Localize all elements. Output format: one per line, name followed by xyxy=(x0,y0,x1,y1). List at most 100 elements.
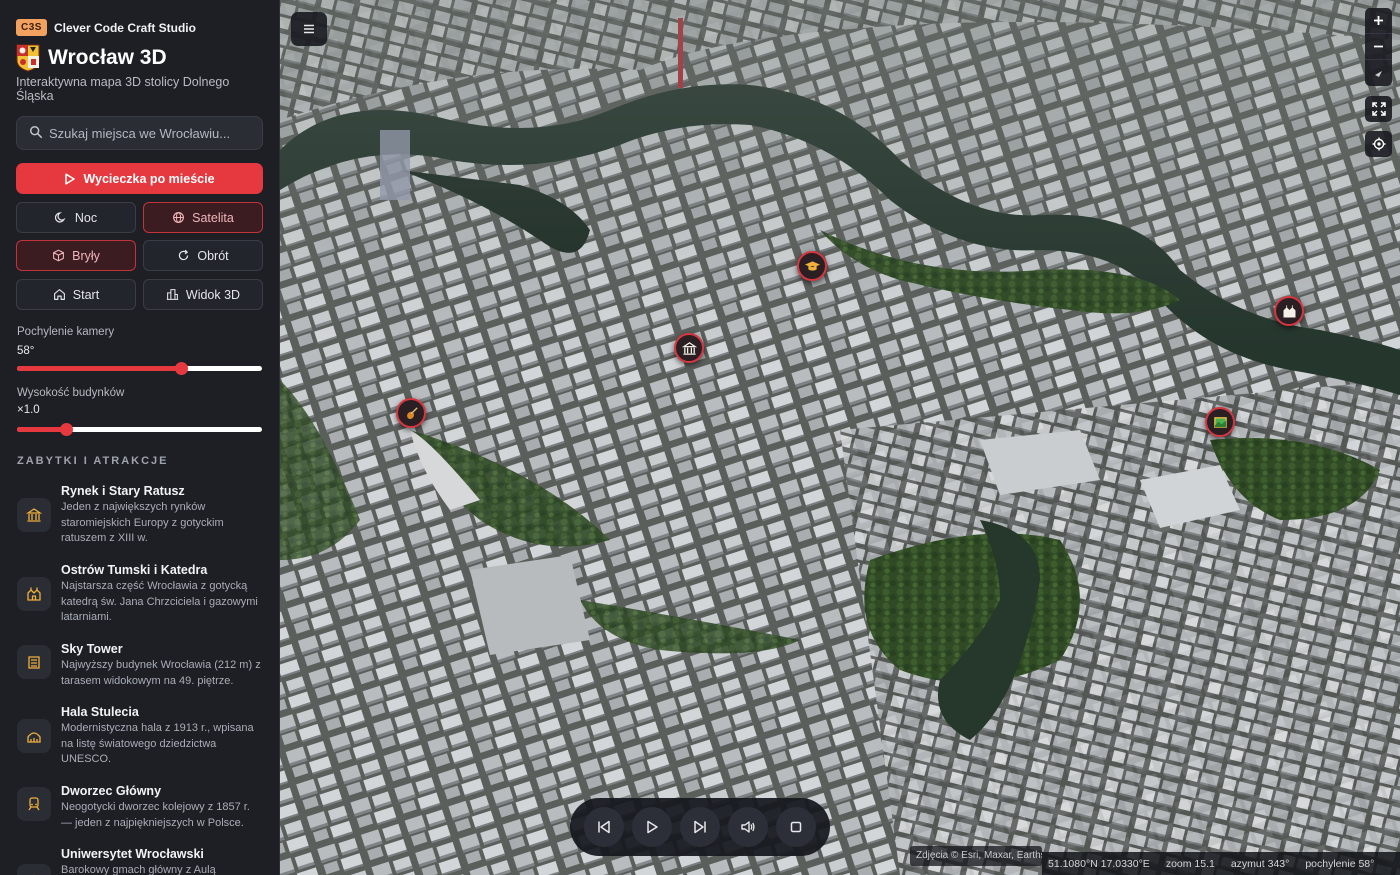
buildings-icon xyxy=(166,289,179,300)
map-marker-rynek[interactable] xyxy=(674,333,704,363)
poi-name: Dworzec Główny xyxy=(61,784,162,798)
minus-icon xyxy=(1374,45,1383,48)
satellite-3d-scene xyxy=(280,0,1400,875)
tilt-readout: pochylenie 58° xyxy=(1305,857,1375,870)
tilt-value: 58° xyxy=(17,345,35,357)
height-value: ×1.0 xyxy=(17,404,40,416)
page-title: Wrocław 3D xyxy=(48,46,167,69)
rotate-icon xyxy=(179,249,189,261)
city-tour-button[interactable]: Wycieczka po mieście xyxy=(16,163,263,194)
hamburger-icon xyxy=(304,24,314,34)
satellite-button[interactable]: Satelita xyxy=(143,202,263,233)
tilt-slider-fill xyxy=(17,366,182,371)
audio-button[interactable] xyxy=(728,807,768,847)
poi-item-uniwersytet[interactable]: Uniwersytet Wrocławski Barokowy gmach gł… xyxy=(0,844,279,875)
play-icon xyxy=(647,820,658,834)
poi-description: Barokowy gmach główny z Aulą xyxy=(61,864,216,875)
map-status-bar: 51.1080°N 17.0330°E zoom 15.1 azymut 343… xyxy=(1042,852,1400,875)
night-mode-label: Noc xyxy=(74,210,98,225)
solids-button[interactable]: Bryły xyxy=(16,240,136,271)
painting-icon xyxy=(1213,416,1227,428)
height-slider-handle[interactable] xyxy=(60,423,73,436)
height-slider[interactable] xyxy=(17,423,262,436)
poi-name: Sky Tower xyxy=(61,642,123,656)
brand-badge: C3S xyxy=(16,19,47,36)
view-3d-label: Widok 3D xyxy=(185,287,241,302)
poi-item-hala-stulecia[interactable]: Hala Stulecia Modernistyczna hala z 1913… xyxy=(0,702,279,780)
town-hall-icon xyxy=(681,341,697,355)
next-button[interactable] xyxy=(680,807,720,847)
brand-name: Clever Code Craft Studio xyxy=(53,20,196,35)
cathedral-icon xyxy=(1283,304,1295,317)
poi-name: Rynek i Stary Ratusz xyxy=(61,484,185,498)
tour-player-controls xyxy=(570,798,830,856)
skip-back-icon xyxy=(598,820,610,834)
globe-icon xyxy=(173,212,185,223)
menu-toggle-button[interactable] xyxy=(291,12,327,46)
fullscreen-button[interactable] xyxy=(1365,96,1392,122)
violin-icon xyxy=(406,406,418,419)
graduation-cap-icon xyxy=(804,260,820,271)
poi-name: Uniwersytet Wrocławski xyxy=(61,847,204,861)
map-marker-panorama[interactable] xyxy=(1205,407,1235,437)
poi-name: Ostrów Tumski i Katedra xyxy=(61,563,208,577)
zoom-in-button[interactable] xyxy=(1365,8,1392,34)
map-marker-nfm[interactable] xyxy=(396,398,426,428)
title-row: Wrocław 3D xyxy=(16,44,167,72)
poi-description: Jeden z największych rynków staromiejski… xyxy=(61,501,224,545)
zoom-controls xyxy=(1365,8,1392,86)
geolocate-button[interactable] xyxy=(1365,131,1392,157)
skip-forward-icon xyxy=(694,820,706,834)
cathedral-icon xyxy=(17,577,51,611)
azimuth-readout: azymut 343° xyxy=(1230,857,1290,870)
search-icon xyxy=(30,126,43,139)
geolocate-control xyxy=(1365,131,1392,157)
university-icon xyxy=(17,864,51,875)
plus-icon xyxy=(1374,16,1383,25)
stop-button[interactable] xyxy=(776,807,816,847)
station-icon xyxy=(17,787,51,821)
brand: C3S Clever Code Craft Studio xyxy=(16,19,196,36)
tilt-label: Pochylenie kamery xyxy=(17,326,115,338)
map-marker-university[interactable] xyxy=(797,251,827,281)
poi-item-ostrow-tumski[interactable]: Ostrów Tumski i Katedra Najstarsza część… xyxy=(0,560,279,638)
poi-name: Hala Stulecia xyxy=(61,705,139,719)
compass-icon xyxy=(1375,70,1382,77)
map-view[interactable]: Zdjęcia © Esri, Maxar, Earthstar Geograp… xyxy=(280,0,1400,875)
previous-button[interactable] xyxy=(584,807,624,847)
zoom-readout: zoom 15.1 xyxy=(1165,857,1215,870)
compass-button[interactable] xyxy=(1365,60,1392,86)
cube-icon xyxy=(53,249,65,262)
poi-description: Najwyższy budynek Wrocławia (212 m) z ta… xyxy=(61,659,261,687)
home-icon xyxy=(53,289,65,300)
play-button[interactable] xyxy=(632,807,672,847)
poi-description: Najstarsza część Wrocławia z gotycką kat… xyxy=(61,580,258,624)
fullscreen-icon xyxy=(1371,102,1386,116)
poi-item-dworzec[interactable]: Dworzec Główny Neogotycki dworzec kolejo… xyxy=(0,781,279,843)
sidebar: C3S Clever Code Craft Studio Wrocław 3D … xyxy=(0,0,280,875)
page-subtitle: Interaktywna mapa 3D stolicy Dolnego Ślą… xyxy=(16,75,230,103)
wroclaw-crest-icon xyxy=(16,44,40,72)
play-icon xyxy=(65,172,76,185)
rotate-button[interactable]: Obrót xyxy=(143,240,263,271)
city-tour-label: Wycieczka po mieście xyxy=(83,171,215,186)
stop-icon xyxy=(790,821,802,833)
tower-icon xyxy=(17,645,51,679)
zoom-out-button[interactable] xyxy=(1365,34,1392,60)
satellite-label: Satelita xyxy=(192,210,234,225)
fullscreen-control xyxy=(1365,96,1392,122)
poi-item-rynek[interactable]: Rynek i Stary Ratusz Jeden z największyc… xyxy=(0,481,279,559)
start-button[interactable]: Start xyxy=(16,279,136,310)
coordinates-readout: 51.1080°N 17.0330°E xyxy=(1048,857,1150,870)
poi-description: Modernistyczna hala z 1913 r., wpisana n… xyxy=(61,722,254,766)
tilt-slider-handle[interactable] xyxy=(175,362,189,375)
view-3d-button[interactable]: Widok 3D xyxy=(143,279,263,310)
poi-section-title: ZABYTKI I ATRAKCJE xyxy=(17,455,169,467)
search-input[interactable] xyxy=(16,116,263,150)
map-marker-ostrow-tumski[interactable] xyxy=(1274,296,1304,326)
rotate-label: Obrót xyxy=(197,248,229,263)
tilt-slider[interactable] xyxy=(17,362,262,375)
speaker-icon xyxy=(741,821,755,833)
night-mode-button[interactable]: Noc xyxy=(16,202,136,233)
poi-item-sky-tower[interactable]: Sky Tower Najwyższy budynek Wrocławia (2… xyxy=(0,639,279,701)
